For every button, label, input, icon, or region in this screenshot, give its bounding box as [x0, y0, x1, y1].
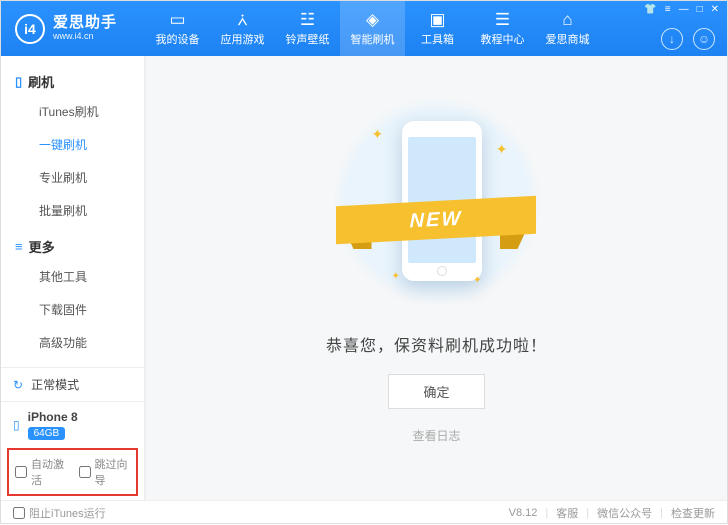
- sparkle-icon: ✦: [372, 126, 384, 143]
- nav-store[interactable]: ⌂ 爱思商城: [535, 1, 600, 56]
- nav-label: 爱思商城: [546, 31, 590, 47]
- maximize-icon[interactable]: □: [697, 4, 703, 15]
- options-highlight: 自动激活 跳过向导: [7, 448, 138, 496]
- group-title: 刷机: [28, 72, 54, 91]
- check-update-link[interactable]: 检查更新: [671, 505, 715, 521]
- ok-button[interactable]: 确定: [388, 374, 484, 409]
- auto-activate-checkbox[interactable]: 自动激活: [15, 456, 67, 488]
- apps-icon: ⩑: [237, 11, 247, 28]
- sidebar: ▯ 刷机 iTunes刷机 一键刷机 专业刷机 批量刷机 ≡ 更多 其他工具 下…: [1, 56, 145, 500]
- sidebar-item-other-tools[interactable]: 其他工具: [1, 260, 144, 293]
- nav-toolbox[interactable]: ▣ 工具箱: [405, 1, 470, 56]
- nav-label: 智能刷机: [351, 31, 395, 47]
- toolbox-icon: ▣: [429, 11, 445, 28]
- mode-row[interactable]: ↻ 正常模式: [1, 367, 144, 401]
- brand-url: www.i4.cn: [53, 32, 117, 42]
- nav-label: 我的设备: [156, 31, 200, 47]
- block-itunes-checkbox[interactable]: 阻止iTunes运行: [13, 505, 106, 521]
- user-icon[interactable]: ☺: [693, 28, 715, 50]
- sidebar-group-flash[interactable]: ▯ 刷机: [1, 68, 144, 95]
- ringtone-icon: ☳: [300, 11, 315, 28]
- more-icon: ≡: [15, 239, 23, 254]
- success-illustration: NEW ✦ ✦ ✦ ✦: [332, 96, 542, 306]
- sidebar-item-pro-flash[interactable]: 专业刷机: [1, 161, 144, 194]
- window-controls: 👕 ≡ — □ ✕: [644, 4, 719, 15]
- close-icon[interactable]: ✕: [711, 4, 719, 15]
- menu-icon[interactable]: ≡: [665, 4, 671, 15]
- brand-block: i4 爱思助手 www.i4.cn: [1, 1, 145, 56]
- mode-label: 正常模式: [31, 376, 79, 393]
- download-icon[interactable]: ↓: [661, 28, 683, 50]
- nav-my-device[interactable]: ▭ 我的设备: [145, 1, 210, 56]
- phone-small-icon: ▯: [13, 418, 20, 432]
- tutorial-icon: ☰: [495, 11, 510, 28]
- nav-tutorials[interactable]: ☰ 教程中心: [470, 1, 535, 56]
- nav-ring-wall[interactable]: ☳ 铃声壁纸: [275, 1, 340, 56]
- sparkle-icon: ✦: [392, 271, 400, 282]
- sparkle-icon: ✦: [496, 141, 508, 158]
- brand-name: 爱思助手: [53, 15, 117, 32]
- view-log-link[interactable]: 查看日志: [412, 427, 460, 444]
- version-label: V8.12: [509, 507, 538, 519]
- sidebar-item-itunes-flash[interactable]: iTunes刷机: [1, 95, 144, 128]
- block-itunes-label: 阻止iTunes运行: [29, 505, 106, 521]
- phone-icon: ▭: [169, 11, 185, 28]
- nav-label: 铃声壁纸: [286, 31, 330, 47]
- skip-guide-checkbox[interactable]: 跳过向导: [79, 456, 131, 488]
- group-title: 更多: [29, 237, 55, 256]
- refresh-icon: ↻: [13, 378, 23, 392]
- sidebar-item-oneclick-flash[interactable]: 一键刷机: [1, 128, 144, 161]
- nav-smart-flash[interactable]: ◈ 智能刷机: [340, 1, 405, 56]
- sidebar-item-download-fw[interactable]: 下载固件: [1, 293, 144, 326]
- status-bar: 阻止iTunes运行 V8.12 | 客服 | 微信公众号 | 检查更新: [1, 500, 727, 525]
- main-panel: NEW ✦ ✦ ✦ ✦ 恭喜您，保资料刷机成功啦！ 确定 查看日志: [145, 56, 727, 500]
- device-icon: ▯: [15, 74, 22, 90]
- success-message: 恭喜您，保资料刷机成功啦！: [326, 332, 547, 356]
- brand-logo-icon: i4: [15, 14, 45, 44]
- auto-activate-label: 自动激活: [31, 456, 67, 488]
- device-row[interactable]: ▯ iPhone 8 64GB: [1, 401, 144, 448]
- sidebar-group-more[interactable]: ≡ 更多: [1, 233, 144, 260]
- support-link[interactable]: 客服: [556, 505, 578, 521]
- wechat-link[interactable]: 微信公众号: [597, 505, 652, 521]
- nav-label: 应用游戏: [221, 31, 265, 47]
- top-nav: ▭ 我的设备 ⩑ 应用游戏 ☳ 铃声壁纸 ◈ 智能刷机 ▣ 工具箱 ☰ 教程中心…: [145, 1, 727, 56]
- sidebar-item-advanced[interactable]: 高级功能: [1, 326, 144, 359]
- new-ribbon: NEW: [336, 191, 536, 247]
- device-name: iPhone 8: [28, 410, 78, 424]
- sparkle-icon: ✦: [473, 275, 481, 286]
- flash-icon: ◈: [366, 11, 379, 28]
- skip-guide-label: 跳过向导: [95, 456, 131, 488]
- device-capacity-badge: 64GB: [28, 427, 66, 440]
- nav-label: 教程中心: [481, 31, 525, 47]
- minimize-icon[interactable]: —: [679, 4, 689, 15]
- store-icon: ⌂: [562, 11, 572, 28]
- nav-apps-games[interactable]: ⩑ 应用游戏: [210, 1, 275, 56]
- wardrobe-icon[interactable]: 👕: [644, 4, 656, 15]
- nav-label: 工具箱: [421, 31, 454, 47]
- sidebar-item-batch-flash[interactable]: 批量刷机: [1, 194, 144, 227]
- app-header: i4 爱思助手 www.i4.cn ▭ 我的设备 ⩑ 应用游戏 ☳ 铃声壁纸 ◈…: [1, 1, 727, 56]
